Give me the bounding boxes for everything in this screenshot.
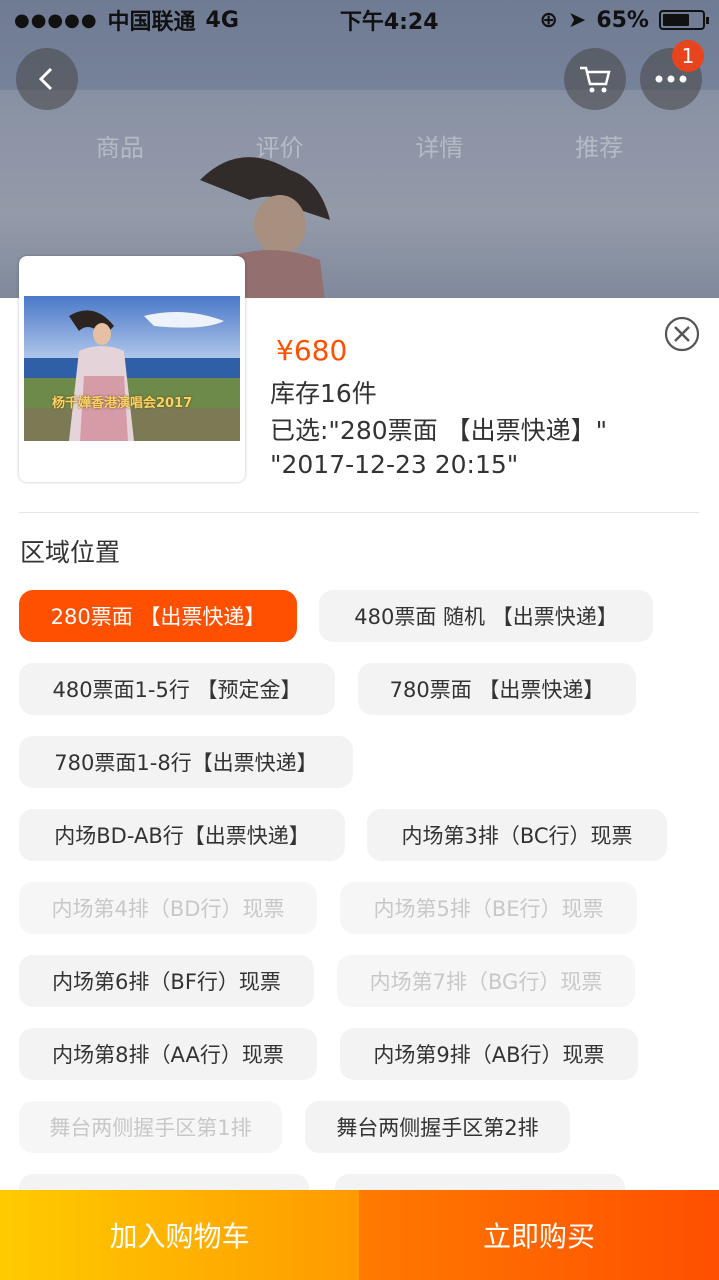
- thumbnail-image: 杨千嬅香港演唱会2017: [24, 296, 240, 441]
- thumbnail-photo: [24, 296, 240, 441]
- thumbnail-caption: 杨千嬅香港演唱会2017: [52, 396, 193, 411]
- tab-reviews[interactable]: 评价: [256, 128, 304, 163]
- status-bar: ●●●●● 中国联通 4G 下午4:24 ⊕ ➤ 65%: [0, 0, 719, 40]
- cart-icon: [580, 66, 611, 93]
- buy-now-button[interactable]: 立即购买: [359, 1190, 719, 1280]
- more-icon: [655, 75, 687, 83]
- network-type: 4G: [205, 7, 239, 33]
- option-chip[interactable]: 480票面1-5行 【预定金】: [19, 663, 335, 715]
- option-chip[interactable]: 内场第6排（BF行）现票: [19, 955, 314, 1007]
- option-chip[interactable]: 内场第8排（AA行）现票: [19, 1028, 317, 1080]
- section-title: 区域位置: [20, 538, 121, 567]
- option-chip[interactable]: 内场BD-AB行【出票快递】: [19, 809, 345, 861]
- carrier-name: 中国联通: [107, 10, 196, 35]
- battery-icon: [658, 10, 709, 30]
- option-chip[interactable]: 内场第3排（BC行）现票: [367, 809, 667, 861]
- option-chip[interactable]: 780票面1-8行【出票快递】: [19, 736, 353, 788]
- product-thumbnail: 杨千嬅香港演唱会2017: [19, 256, 245, 482]
- option-chip[interactable]: 480票面 随机 【出票快递】: [319, 590, 653, 642]
- price: ¥680: [276, 334, 348, 367]
- option-chip[interactable]: 780票面 【出票快递】: [358, 663, 636, 715]
- stock-count: 库存16件: [270, 379, 377, 408]
- option-chip: 内场第5排（BE行）现票: [340, 882, 637, 934]
- add-to-cart-button[interactable]: 加入购物车: [0, 1190, 359, 1280]
- back-button[interactable]: [16, 48, 78, 110]
- hero-tab-bar: 商品 评价 详情 推荐: [0, 128, 719, 163]
- chevron-left-icon: [38, 67, 53, 91]
- tab-goods[interactable]: 商品: [96, 128, 144, 163]
- battery-percent: 65%: [596, 7, 649, 33]
- option-chip: 内场第7排（BG行）现票: [337, 955, 635, 1007]
- option-chip[interactable]: 内场第9排（AB行）现票: [340, 1028, 638, 1080]
- option-chip[interactable]: 280票面 【出票快递】: [19, 590, 297, 642]
- location-icon: ➤: [567, 7, 587, 33]
- notification-badge: 1: [672, 40, 704, 72]
- close-icon[interactable]: [664, 316, 700, 352]
- cart-button[interactable]: [564, 48, 626, 110]
- tab-recommend[interactable]: 推荐: [575, 128, 623, 163]
- rotation-lock-icon: ⊕: [539, 7, 558, 33]
- selected-date-text: "2017-12-23 20:15": [270, 450, 519, 479]
- action-bar: 加入购物车 立即购买: [0, 1190, 719, 1280]
- signal-icon: ●●●●●: [14, 9, 98, 31]
- option-chip: 内场第4排（BD行）现票: [19, 882, 317, 934]
- divider: [19, 512, 699, 513]
- clock: 下午4:24: [339, 10, 439, 35]
- option-chip[interactable]: 舞台两侧握手区第2排: [305, 1101, 570, 1153]
- option-chip: 舞台两侧握手区第1排: [19, 1101, 282, 1153]
- tab-details[interactable]: 详情: [415, 128, 463, 163]
- selected-summary: 已选:"280票面 【出票快递】" "2017-12-23 20:15": [270, 414, 607, 482]
- selected-option-text: 已选:"280票面 【出票快递】": [270, 416, 608, 445]
